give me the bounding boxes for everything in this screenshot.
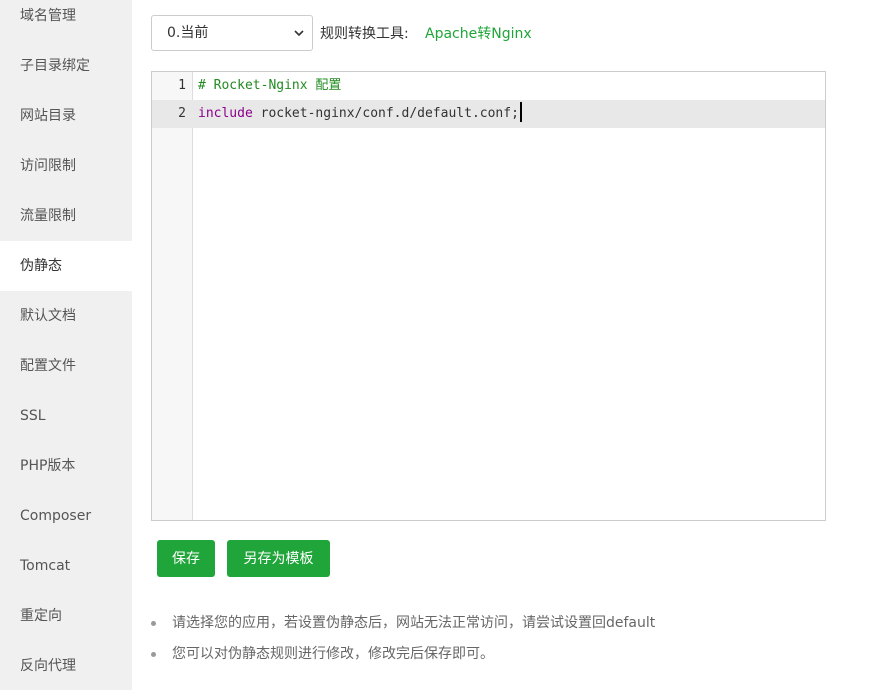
tips-list: 请选择您的应用，若设置伪静态后，网站无法正常访问，请尝试设置回default 您… — [150, 612, 655, 674]
sidebar-item-default-document[interactable]: 默认文档 — [0, 291, 132, 341]
sidebar: 域名管理 子目录绑定 网站目录 访问限制 流量限制 伪静态 默认文档 配置文件 … — [0, 0, 132, 690]
line-number-gutter — [152, 72, 193, 520]
sidebar-item-access-limit[interactable]: 访问限制 — [0, 141, 132, 191]
sidebar-item-site-directory[interactable]: 网站目录 — [0, 91, 132, 141]
code-line: 1 # Rocket-Nginx 配置 — [152, 72, 825, 100]
version-select-value: 0.当前 — [167, 25, 209, 41]
sidebar-item-composer[interactable]: Composer — [0, 491, 132, 541]
chevron-down-icon — [294, 30, 304, 37]
sidebar-item-traffic-limit[interactable]: 流量限制 — [0, 191, 132, 241]
apache-to-nginx-link[interactable]: Apache转Nginx — [425, 24, 532, 44]
sidebar-item-tomcat[interactable]: Tomcat — [0, 541, 132, 591]
sidebar-item-php-version[interactable]: PHP版本 — [0, 441, 132, 491]
save-button[interactable]: 保存 — [157, 540, 215, 577]
line-number: 1 — [178, 78, 186, 93]
tip-item: 请选择您的应用，若设置伪静态后，网站无法正常访问，请尝试设置回default — [150, 612, 655, 634]
sidebar-item-domain[interactable]: 域名管理 — [0, 0, 132, 41]
version-select[interactable]: 0.当前 — [151, 15, 313, 51]
sidebar-item-rewrite[interactable]: 伪静态 — [0, 241, 132, 291]
sidebar-item-redirect[interactable]: 重定向 — [0, 591, 132, 641]
rule-convert-label: 规则转换工具: — [320, 26, 409, 42]
sidebar-item-config-file[interactable]: 配置文件 — [0, 341, 132, 391]
code-text: include rocket-nginx/conf.d/default.conf… — [198, 100, 522, 128]
code-keyword: include — [198, 106, 253, 121]
line-number: 2 — [178, 106, 186, 121]
text-cursor — [519, 102, 522, 122]
save-as-template-button[interactable]: 另存为模板 — [227, 540, 330, 577]
sidebar-item-reverse-proxy[interactable]: 反向代理 — [0, 641, 132, 691]
tip-item: 您可以对伪静态规则进行修改，修改完后保存即可。 — [150, 643, 655, 665]
code-rest: rocket-nginx/conf.d/default.conf; — [252, 106, 519, 121]
sidebar-item-subdir-binding[interactable]: 子目录绑定 — [0, 41, 132, 91]
code-comment: # Rocket-Nginx 配置 — [198, 78, 342, 93]
rewrite-rule-editor[interactable]: 1 # Rocket-Nginx 配置 2 include rocket-ngi… — [151, 71, 826, 521]
code-line-active: 2 include rocket-nginx/conf.d/default.co… — [152, 100, 825, 128]
sidebar-item-ssl[interactable]: SSL — [0, 391, 132, 441]
